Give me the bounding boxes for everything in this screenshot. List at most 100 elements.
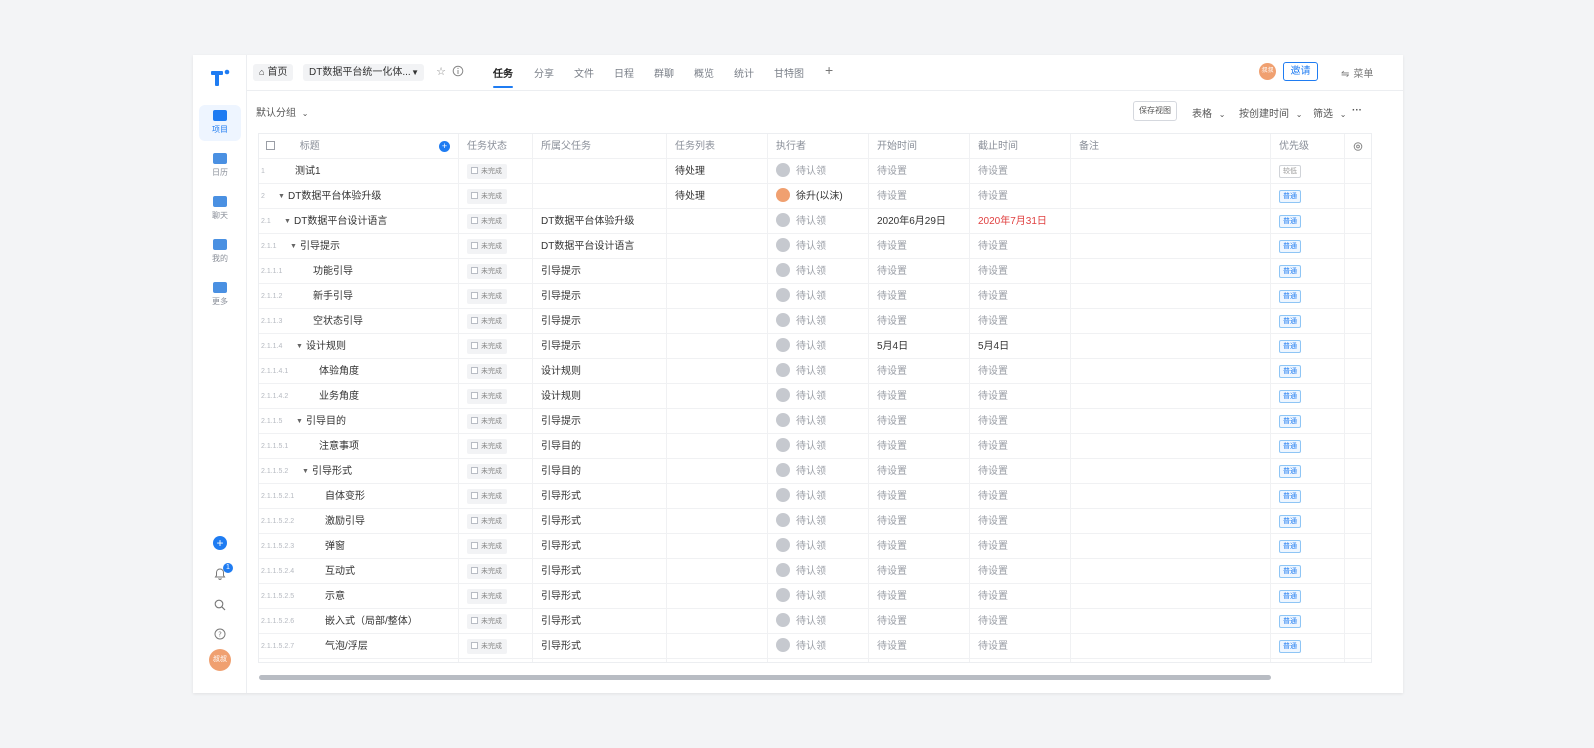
group-by-dropdown[interactable]: 默认分组 ⌄ bbox=[256, 104, 308, 119]
start-date-cell[interactable]: 待设置 bbox=[869, 459, 970, 484]
header-status[interactable]: 任务状态 bbox=[459, 134, 533, 159]
executor-cell[interactable]: 待认领 bbox=[768, 159, 869, 184]
parent-cell[interactable]: DT数据平台体验升级 bbox=[533, 209, 667, 234]
status-cell[interactable]: 未完成 bbox=[459, 559, 533, 584]
caret-down-icon[interactable]: ▼ bbox=[296, 334, 303, 359]
title-cell[interactable]: 2.1.1.5.1 注意事项 bbox=[259, 434, 459, 459]
status-chip[interactable]: 未完成 bbox=[467, 614, 507, 629]
header-list[interactable]: 任务列表 bbox=[667, 134, 768, 159]
priority-cell[interactable]: 普通 bbox=[1271, 384, 1345, 409]
table-row[interactable]: 2.1.1.5.2.8页面遮罩未完成引导形式待认领待设置待设置普通 bbox=[259, 659, 1371, 662]
priority-cell[interactable]: 普通 bbox=[1271, 534, 1345, 559]
status-cell[interactable]: 未完成 bbox=[459, 484, 533, 509]
priority-cell[interactable]: 普通 bbox=[1271, 659, 1345, 662]
status-cell[interactable]: 未完成 bbox=[459, 384, 533, 409]
parent-cell[interactable]: 引导目的 bbox=[533, 434, 667, 459]
checkbox-icon[interactable] bbox=[471, 392, 478, 399]
status-chip[interactable]: 未完成 bbox=[467, 164, 507, 179]
table-row[interactable]: 2.1.1 ▼ 引导提示 未完成 DT数据平台设计语言 待认领 待设置 待设置 普通 bbox=[259, 234, 1371, 259]
start-date-cell[interactable]: 待设置 bbox=[869, 309, 970, 334]
tab[interactable]: 任务 bbox=[493, 65, 513, 80]
status-cell[interactable]: 未完成 bbox=[459, 309, 533, 334]
note-cell[interactable] bbox=[1071, 609, 1271, 634]
priority-cell[interactable]: 普通 bbox=[1271, 559, 1345, 584]
header-parent[interactable]: 所属父任务 bbox=[533, 134, 667, 159]
title-cell[interactable]: 2.1.1.1 功能引导 bbox=[259, 259, 459, 284]
status-chip[interactable]: 未完成 bbox=[467, 639, 507, 654]
priority-cell[interactable]: 普通 bbox=[1271, 484, 1345, 509]
sidebar-item[interactable]: 项目 bbox=[199, 105, 241, 141]
status-chip[interactable]: 未完成 bbox=[467, 564, 507, 579]
list-cell[interactable] bbox=[667, 584, 768, 609]
status-cell[interactable]: 未完成 bbox=[459, 534, 533, 559]
start-date-cell[interactable]: 待设置 bbox=[869, 184, 970, 209]
start-date-cell[interactable]: 待设置 bbox=[869, 159, 970, 184]
note-cell[interactable] bbox=[1071, 284, 1271, 309]
executor-cell[interactable]: 待认领 bbox=[768, 609, 869, 634]
status-chip[interactable]: 未完成 bbox=[467, 314, 507, 329]
status-chip[interactable]: 未完成 bbox=[467, 514, 507, 529]
list-cell[interactable] bbox=[667, 234, 768, 259]
title-cell[interactable]: 2.1.1.5.2.2 激励引导 bbox=[259, 509, 459, 534]
note-cell[interactable] bbox=[1071, 459, 1271, 484]
parent-cell[interactable]: 引导提示 bbox=[533, 409, 667, 434]
end-date-cell[interactable]: 待设置 bbox=[970, 609, 1071, 634]
executor-cell[interactable]: 待认领 bbox=[768, 484, 869, 509]
status-chip[interactable]: 未完成 bbox=[467, 539, 507, 554]
executor-cell[interactable]: 待认领 bbox=[768, 359, 869, 384]
priority-cell[interactable]: 普通 bbox=[1271, 434, 1345, 459]
executor-cell[interactable]: 待认领 bbox=[768, 384, 869, 409]
table-row[interactable]: 2.1.1.4.2 业务角度 未完成 设计规则 待认领 待设置 待设置 普通 bbox=[259, 384, 1371, 409]
priority-cell[interactable]: 普通 bbox=[1271, 184, 1345, 209]
status-cell[interactable]: 未完成 bbox=[459, 334, 533, 359]
priority-cell[interactable]: 普通 bbox=[1271, 409, 1345, 434]
table-row[interactable]: 2.1.1.5.2.2 激励引导 未完成 引导形式 待认领 待设置 待设置 普通 bbox=[259, 509, 1371, 534]
select-all-checkbox[interactable] bbox=[266, 141, 275, 150]
parent-cell[interactable]: 引导提示 bbox=[533, 334, 667, 359]
priority-cell[interactable]: 普通 bbox=[1271, 309, 1345, 334]
status-chip[interactable]: 未完成 bbox=[467, 464, 507, 479]
note-cell[interactable] bbox=[1071, 334, 1271, 359]
executor-cell[interactable]: 待认领 bbox=[768, 309, 869, 334]
start-date-cell[interactable]: 待设置 bbox=[869, 234, 970, 259]
end-date-cell[interactable]: 待设置 bbox=[970, 259, 1071, 284]
start-date-cell[interactable]: 待设置 bbox=[869, 284, 970, 309]
status-cell[interactable]: 未完成 bbox=[459, 634, 533, 659]
status-cell[interactable]: 未完成 bbox=[459, 234, 533, 259]
parent-cell[interactable]: 引导形式 bbox=[533, 609, 667, 634]
start-date-cell[interactable]: 待设置 bbox=[869, 534, 970, 559]
status-cell[interactable]: 未完成 bbox=[459, 434, 533, 459]
table-row[interactable]: 2.1.1.5.2.3 弹窗 未完成 引导形式 待认领 待设置 待设置 普通 bbox=[259, 534, 1371, 559]
tab[interactable]: 统计 bbox=[734, 65, 754, 80]
header-note[interactable]: 备注 bbox=[1071, 134, 1271, 159]
table-row[interactable]: 2.1.1.5.2.7 气泡/浮层 未完成 引导形式 待认领 待设置 待设置 普通 bbox=[259, 634, 1371, 659]
table-row[interactable]: 2.1.1.5.2.6 嵌入式（局部/整体） 未完成 引导形式 待认领 待设置 待设置 普通 bbox=[259, 609, 1371, 634]
status-cell[interactable]: 未完成 bbox=[459, 659, 533, 662]
table-row[interactable]: 2.1.1.5.2 ▼ 引导形式 未完成 引导目的 待认领 待设置 待设置 普通 bbox=[259, 459, 1371, 484]
header-executor[interactable]: 执行者 bbox=[768, 134, 869, 159]
title-cell[interactable]: 2.1.1.5.2 ▼ 引导形式 bbox=[259, 459, 459, 484]
executor-cell[interactable]: 待认领 bbox=[768, 259, 869, 284]
end-date-cell[interactable]: 待设置 bbox=[970, 159, 1071, 184]
status-cell[interactable]: 未完成 bbox=[459, 459, 533, 484]
status-chip[interactable]: 未完成 bbox=[467, 414, 507, 429]
parent-cell[interactable]: 引导提示 bbox=[533, 259, 667, 284]
checkbox-icon[interactable] bbox=[471, 492, 478, 499]
priority-cell[interactable]: 普通 bbox=[1271, 359, 1345, 384]
checkbox-icon[interactable] bbox=[471, 292, 478, 299]
tab[interactable]: 分享 bbox=[534, 65, 554, 80]
tab[interactable]: 日程 bbox=[614, 65, 634, 80]
header-start[interactable]: 开始时间 bbox=[869, 134, 970, 159]
note-cell[interactable] bbox=[1071, 359, 1271, 384]
executor-cell[interactable]: 待认领 bbox=[768, 634, 869, 659]
executor-cell[interactable]: 待认领 bbox=[768, 584, 869, 609]
table-row[interactable]: 2.1.1.4 ▼ 设计规则 未完成 引导提示 待认领 5月4日 5月4日 普通 bbox=[259, 334, 1371, 359]
priority-cell[interactable]: 普通 bbox=[1271, 259, 1345, 284]
caret-down-icon[interactable]: ▼ bbox=[302, 459, 309, 484]
checkbox-icon[interactable] bbox=[471, 467, 478, 474]
list-cell[interactable] bbox=[667, 384, 768, 409]
parent-cell[interactable]: 设计规则 bbox=[533, 359, 667, 384]
table-row[interactable]: 2.1.1.4.1 体验角度 未完成 设计规则 待认领 待设置 待设置 普通 bbox=[259, 359, 1371, 384]
list-cell[interactable] bbox=[667, 359, 768, 384]
list-cell[interactable] bbox=[667, 209, 768, 234]
